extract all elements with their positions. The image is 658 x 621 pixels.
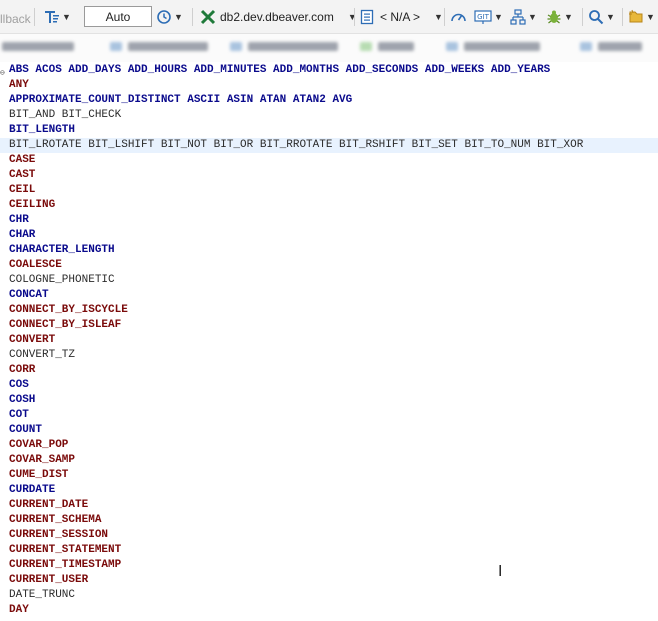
tab-icon-blurred xyxy=(580,42,592,51)
main-toolbar: llback ▼ Auto ▼ db2.dev.dbeaver.com ▼ < … xyxy=(0,0,658,34)
editor-line[interactable]: CONVERT xyxy=(0,333,658,348)
editor-line[interactable]: ABS ACOS ADD_DAYS ADD_HOURS ADD_MINUTES … xyxy=(0,63,658,78)
chevron-down-icon: ▼ xyxy=(564,12,573,22)
transaction-mode-field[interactable]: Auto xyxy=(84,6,152,27)
editor-line[interactable]: CUME_DIST xyxy=(0,468,658,483)
network-icon xyxy=(510,9,526,25)
editor-line[interactable]: ANY xyxy=(0,78,658,93)
editor-line[interactable]: BIT_AND BIT_CHECK xyxy=(0,108,658,123)
connection-icon xyxy=(200,9,216,25)
editor-line[interactable]: BIT_LENGTH xyxy=(0,123,658,138)
editor-tab-blurred[interactable] xyxy=(2,42,74,51)
chevron-down-icon: ▼ xyxy=(494,12,503,22)
git-icon: GIT xyxy=(474,9,492,25)
svg-text:GIT: GIT xyxy=(477,13,489,21)
schema-name: < N/A > xyxy=(380,10,421,24)
editor-line[interactable]: COVAR_SAMP xyxy=(0,453,658,468)
editor-line[interactable]: BIT_LROTATE BIT_LSHIFT BIT_NOT BIT_OR BI… xyxy=(0,138,658,153)
rollback-button[interactable]: llback xyxy=(0,8,31,30)
toolbar-separator xyxy=(582,8,583,26)
editor-line[interactable]: COUNT xyxy=(0,423,658,438)
transaction-mode-button[interactable]: ▼ xyxy=(44,6,71,28)
editor-line[interactable]: CURRENT_USER xyxy=(0,573,658,588)
chevron-down-icon: ▼ xyxy=(434,12,443,22)
history-button[interactable]: ▼ xyxy=(156,6,183,28)
debug-icon xyxy=(546,9,562,25)
chevron-down-icon: ▼ xyxy=(606,12,615,22)
editor-tab-blurred[interactable] xyxy=(378,42,414,51)
bookmark-icon xyxy=(628,9,644,25)
chevron-down-icon: ▼ xyxy=(646,12,655,22)
search-icon xyxy=(588,9,604,25)
editor-line[interactable]: CASE xyxy=(0,153,658,168)
editor-line[interactable]: COVAR_POP xyxy=(0,438,658,453)
editor-line[interactable]: CHR xyxy=(0,213,658,228)
tab-icon-blurred xyxy=(230,42,242,51)
history-icon xyxy=(156,9,172,25)
editor-line[interactable]: CHAR xyxy=(0,228,658,243)
editor-line[interactable]: COLOGNE_PHONETIC xyxy=(0,273,658,288)
editor-tab-blurred[interactable] xyxy=(464,42,540,51)
editor-tab-blurred[interactable] xyxy=(598,42,642,51)
editor-line[interactable]: CURRENT_STATEMENT xyxy=(0,543,658,558)
connection-name: db2.dev.dbeaver.com xyxy=(220,10,334,24)
chevron-down-icon: ▼ xyxy=(347,12,357,22)
tab-icon-blurred xyxy=(446,42,458,51)
editor-line[interactable]: DATE_TRUNC xyxy=(0,588,658,603)
editor-tab-blurred[interactable] xyxy=(248,42,338,51)
editor-line[interactable]: CONNECT_BY_ISCYCLE xyxy=(0,303,658,318)
toolbar-separator xyxy=(622,8,623,26)
chevron-down-icon: ▼ xyxy=(62,12,71,22)
editor-line[interactable]: CONVERT_TZ xyxy=(0,348,658,363)
editor-line[interactable]: DAY xyxy=(0,603,658,618)
connection-selector[interactable]: db2.dev.dbeaver.com ▼ xyxy=(200,6,357,28)
editor-line[interactable]: CURRENT_SESSION xyxy=(0,528,658,543)
transaction-mode-icon xyxy=(44,9,60,25)
dashboard-button[interactable] xyxy=(450,6,467,28)
editor-line[interactable]: CURRENT_TIMESTAMP xyxy=(0,558,658,573)
rollback-label: llback xyxy=(0,12,31,26)
schema-icon xyxy=(360,9,374,25)
tab-icon-blurred xyxy=(360,42,372,51)
editor-line[interactable]: CURRENT_DATE xyxy=(0,498,658,513)
editor-line[interactable]: CONNECT_BY_ISLEAF xyxy=(0,318,658,333)
network-button[interactable]: ▼ xyxy=(510,6,537,28)
toolbar-separator xyxy=(192,8,193,26)
editor-line[interactable]: COT xyxy=(0,408,658,423)
schema-selector[interactable]: < N/A > ▼ xyxy=(360,6,443,28)
editor-line[interactable]: CURDATE xyxy=(0,483,658,498)
sql-editor[interactable]: ⊖ ABS ACOS ADD_DAYS ADD_HOURS ADD_MINUTE… xyxy=(0,63,658,621)
editor-line[interactable]: CAST xyxy=(0,168,658,183)
editor-line[interactable]: CORR xyxy=(0,363,658,378)
toolbar-separator xyxy=(34,8,35,26)
editor-line[interactable]: COALESCE xyxy=(0,258,658,273)
toolbar-separator xyxy=(444,8,445,26)
git-button[interactable]: GIT ▼ xyxy=(474,6,503,28)
editor-tab-blurred[interactable] xyxy=(128,42,208,51)
toolbar-separator xyxy=(354,8,355,26)
editor-line[interactable]: CEILING xyxy=(0,198,658,213)
editor-line[interactable]: COS xyxy=(0,378,658,393)
editor-line[interactable]: CHARACTER_LENGTH xyxy=(0,243,658,258)
bookmark-button[interactable]: ▼ xyxy=(628,6,655,28)
search-button[interactable]: ▼ xyxy=(588,6,615,28)
debug-button[interactable]: ▼ xyxy=(546,6,573,28)
text-cursor-icon: I xyxy=(498,562,503,580)
tab-icon-blurred xyxy=(110,42,122,51)
transaction-mode-value: Auto xyxy=(105,9,131,24)
editor-line[interactable]: CONCAT xyxy=(0,288,658,303)
chevron-down-icon: ▼ xyxy=(174,12,183,22)
editor-line[interactable]: COSH xyxy=(0,393,658,408)
editor-line[interactable]: APPROXIMATE_COUNT_DISTINCT ASCII ASIN AT… xyxy=(0,93,658,108)
dashboard-icon xyxy=(450,9,467,25)
chevron-down-icon: ▼ xyxy=(528,12,537,22)
editor-line[interactable]: CEIL xyxy=(0,183,658,198)
editor-line[interactable]: CURRENT_SCHEMA xyxy=(0,513,658,528)
